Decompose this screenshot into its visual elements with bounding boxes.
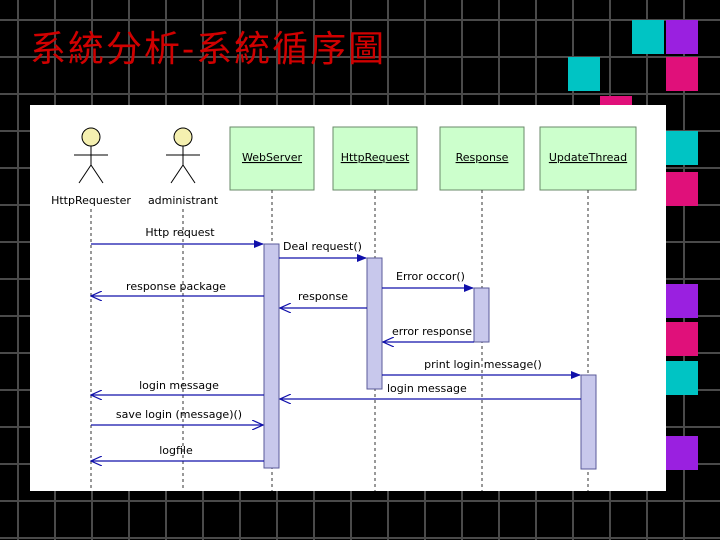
message-label: Error occor()	[396, 270, 465, 283]
message-label: login message	[387, 382, 467, 395]
object-label: HttpRequest	[341, 151, 410, 164]
object-webserver: WebServer	[229, 126, 315, 191]
sequence-diagram: HttpRequester administrant WebServer Htt…	[30, 105, 666, 491]
message-label: login message	[139, 379, 219, 392]
object-response: Response	[439, 126, 525, 191]
message-label: Http request	[145, 226, 215, 239]
message-label: response	[298, 290, 348, 303]
message-label: response package	[126, 280, 226, 293]
message-label: save login (message)()	[116, 408, 242, 421]
object-label: Response	[456, 151, 509, 164]
message-label: Deal request()	[283, 240, 362, 253]
object-httprequest: HttpRequest	[332, 126, 418, 191]
message-label: logfile	[159, 444, 193, 457]
message-label: print login message()	[424, 358, 542, 371]
actor-label: HttpRequester	[51, 194, 131, 207]
object-updatethread: UpdateThread	[539, 126, 637, 191]
object-label: UpdateThread	[549, 151, 627, 164]
actor-label: administrant	[148, 194, 219, 207]
slide-title: 系統分析-系統循序圖	[30, 29, 387, 70]
message-label: error response	[392, 325, 472, 338]
object-label: WebServer	[242, 151, 303, 164]
